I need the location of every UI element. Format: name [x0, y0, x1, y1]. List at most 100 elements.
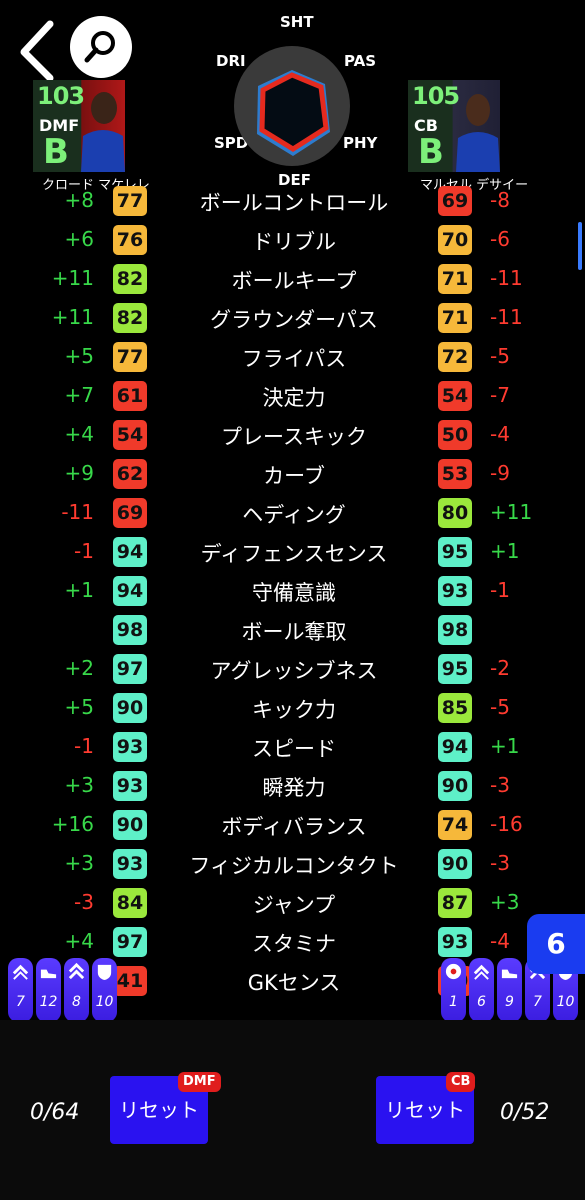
stat-value-right: 95 [438, 654, 472, 684]
skill-slot[interactable]: 6 [469, 958, 494, 1022]
stat-name: ドリブル [252, 230, 336, 254]
stat-value-right: 94 [438, 732, 472, 762]
stat-diff-right: -6 [490, 227, 510, 251]
stat-name: 瞬発力 [262, 776, 326, 800]
stat-diff-right: -8 [490, 188, 510, 212]
stat-value-left: 76 [113, 225, 147, 255]
search-icon [84, 31, 115, 63]
stat-diff-right: -5 [490, 695, 510, 719]
stat-name: GKセンス [247, 971, 341, 995]
player-card-right[interactable]: 105 CB B [408, 80, 500, 172]
stat-diff-left: +2 [64, 656, 94, 680]
radar-chart: SHT DRI PAS SPD PHY DEF [200, 8, 385, 189]
stat-value-left: 61 [113, 381, 147, 411]
player-card-left[interactable]: 103 DMF B [33, 80, 125, 172]
stat-value-right: 85 [438, 693, 472, 723]
stat-name: フィジカルコンタクト [189, 854, 399, 878]
stat-value-left: 62 [113, 459, 147, 489]
stat-value-left: 94 [113, 537, 147, 567]
skill-slot[interactable]: 8 [64, 958, 89, 1022]
stat-value-right: 90 [438, 771, 472, 801]
stat-diff-right: -1 [490, 578, 510, 602]
stat-value-left: 77 [113, 342, 147, 372]
skill-count: 8 [72, 994, 81, 1010]
stat-value-left: 93 [113, 732, 147, 762]
chevron-up-icon [12, 964, 29, 980]
stat-name: ディフェンスセンス [200, 542, 388, 566]
stat-name: ボディバランス [221, 815, 367, 839]
stat-diff-left: +9 [64, 461, 94, 485]
stat-name: 決定力 [262, 386, 326, 410]
stat-value-left: 82 [113, 303, 147, 333]
stat-value-left: 41 [113, 966, 147, 996]
stat-value-right: 98 [438, 615, 472, 645]
stat-diff-left: +11 [51, 305, 94, 329]
points-count-right: 0/52 [500, 1100, 550, 1125]
stat-diff-right: -11 [490, 266, 523, 290]
player-ovr: 105 [412, 82, 460, 110]
skill-slot[interactable]: 10 [92, 958, 117, 1022]
stat-diff-left: +4 [64, 422, 94, 446]
stat-diff-right: -4 [490, 422, 510, 446]
stat-value-left: 90 [113, 810, 147, 840]
stat-name: ボール奪取 [241, 620, 347, 644]
stat-diff-left: +4 [64, 929, 94, 953]
stat-diff-left: +1 [64, 578, 94, 602]
chevron-left-icon [20, 20, 54, 82]
stat-row: +8 77 ボールコントロール 69 -8 [0, 182, 585, 218]
search-button[interactable] [70, 16, 132, 78]
player-photo [81, 92, 125, 172]
stat-value-right: 80 [438, 498, 472, 528]
skill-slot[interactable]: 1 [441, 958, 466, 1022]
stat-value-left: 54 [113, 420, 147, 450]
skill-count: 10 [556, 994, 575, 1010]
position-tag-left: DMF [178, 1072, 221, 1092]
stat-name: カーブ [263, 464, 325, 488]
stat-value-left: 69 [113, 498, 147, 528]
stat-diff-left: -3 [74, 890, 94, 914]
stat-diff-left: +5 [64, 344, 94, 368]
stat-value-right: 70 [438, 225, 472, 255]
stat-diff-right: +1 [490, 539, 520, 563]
stat-diff-left: -1 [74, 539, 94, 563]
stat-value-right: 71 [438, 303, 472, 333]
stat-value-left: 97 [113, 927, 147, 957]
stat-name: スタミナ [252, 932, 336, 956]
stat-diff-right: -2 [490, 656, 510, 680]
stat-row: +5 77 フライパス 72 -5 [0, 338, 585, 374]
stat-diff-left: +8 [64, 188, 94, 212]
stat-diff-left: +11 [51, 266, 94, 290]
skill-slot[interactable]: 12 [36, 958, 61, 1022]
stat-value-right: 54 [438, 381, 472, 411]
stat-name: プレースキック [221, 425, 367, 449]
stat-diff-right: -11 [490, 305, 523, 329]
stat-row: +6 76 ドリブル 70 -6 [0, 221, 585, 257]
stat-name: フライパス [241, 347, 347, 371]
stat-diff-left: -1 [74, 734, 94, 758]
stat-diff-right: +3 [490, 890, 520, 914]
back-button[interactable] [14, 18, 62, 82]
stat-row: 98 ボール奪取 98 [0, 611, 585, 647]
skill-count: 7 [16, 994, 25, 1010]
double-chevron-icon [68, 962, 85, 980]
stat-diff-left: +6 [64, 227, 94, 251]
radar-label-sht: SHT [280, 13, 314, 31]
player-grade: B [418, 132, 444, 172]
stat-row: +11 82 ボールキープ 71 -11 [0, 260, 585, 296]
stat-value-left: 93 [113, 771, 147, 801]
skills-left: 7 12 8 10 [8, 958, 117, 1022]
stats-list[interactable]: +8 77 ボールコントロール 69 -8 +6 76 ドリブル 70 -6 +11 82 ボールキープ… [0, 182, 585, 1017]
stat-value-left: 94 [113, 576, 147, 606]
stat-row: +2 97 アグレッシブネス 95 -2 [0, 650, 585, 686]
stat-value-left: 98 [113, 615, 147, 645]
stat-name: アグレッシブネス [210, 659, 378, 683]
page-indicator[interactable]: 6 [527, 914, 585, 974]
stat-row: +5 90 キック力 85 -5 [0, 689, 585, 725]
skill-slot[interactable]: 7 [8, 958, 33, 1022]
stat-diff-right: -7 [490, 383, 510, 407]
stat-row: +16 90 ボディバランス 74 -16 [0, 806, 585, 842]
scrollbar[interactable] [578, 222, 582, 270]
skill-slot[interactable]: 9 [497, 958, 522, 1022]
skill-count: 6 [477, 994, 486, 1010]
skill-count: 7 [533, 994, 542, 1010]
